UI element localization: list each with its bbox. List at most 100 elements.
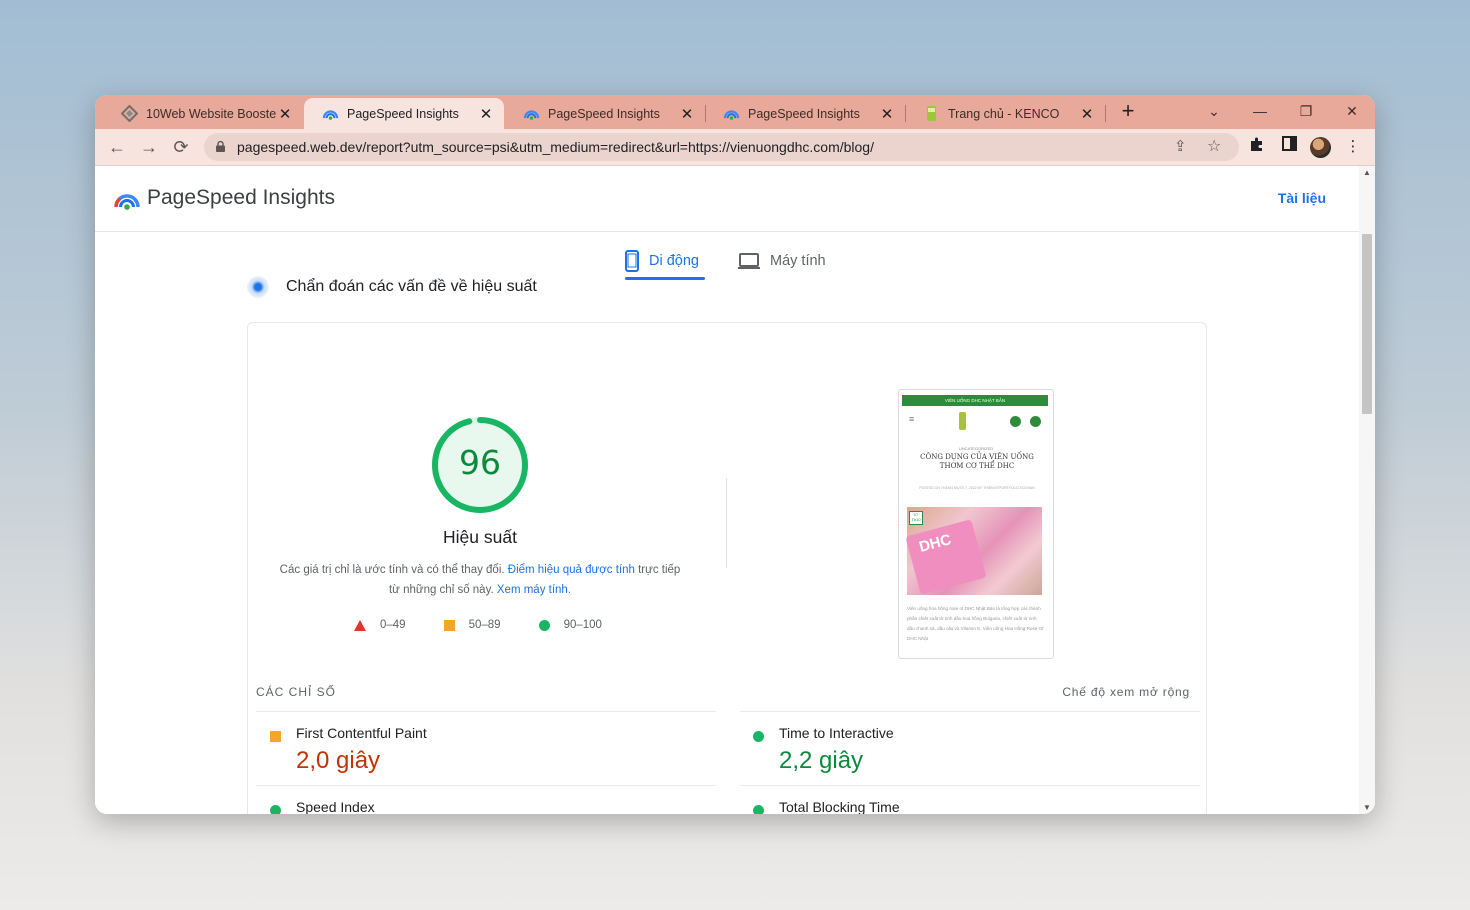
tab-mobile[interactable]: Di động xyxy=(625,246,699,276)
circle-icon xyxy=(753,731,764,742)
tab-desktop[interactable]: Máy tính xyxy=(738,246,826,276)
page-title: PageSpeed Insights xyxy=(147,186,335,209)
score-legend: 0–49 50–89 90–100 xyxy=(354,619,640,631)
10web-favicon-icon xyxy=(120,104,139,123)
scroll-down-icon[interactable]: ▼ xyxy=(1363,803,1371,812)
close-tab-icon[interactable]: ✕ xyxy=(478,105,494,123)
tab-pagespeed-3[interactable]: PageSpeed Insights ✕ xyxy=(705,98,905,129)
scroll-up-icon[interactable]: ▲ xyxy=(1363,168,1371,177)
circle-icon xyxy=(270,805,281,814)
tab-strip: 10Web Website Booster: ( ✕ PageSpeed Ins… xyxy=(95,95,1375,129)
laptop-icon xyxy=(738,252,760,269)
page-screenshot: VIÊN UỐNG DHC NHẬT BẢN ≡ UNCATEGORIZED C… xyxy=(898,389,1054,659)
restore-button[interactable]: ❐ xyxy=(1294,99,1318,123)
diagnosis-heading: Chẩn đoán các vấn đề về hiệu suất xyxy=(247,276,537,298)
lab-data-icon xyxy=(247,276,269,298)
preview-meta: POSTED ON THÁNG MƯỜI 7, 2022 BY THIENVIT… xyxy=(919,486,1035,490)
url-text[interactable]: pagespeed.web.dev/report?utm_source=psi&… xyxy=(237,139,874,155)
performance-card: 96 Hiệu suất Các giá trị chỉ là ước tính… xyxy=(247,322,1207,814)
new-tab-button[interactable]: + xyxy=(1117,100,1139,123)
lock-icon xyxy=(216,141,225,152)
page-content: PageSpeed Insights Tài liệu Di động Máy … xyxy=(95,166,1375,814)
back-button[interactable]: ← xyxy=(105,135,129,159)
preview-paragraph: Viên uống hoa hồng rose of DHC Nhật Bản … xyxy=(907,606,1044,641)
close-tab-icon[interactable]: ✕ xyxy=(277,105,293,123)
close-tab-icon[interactable]: ✕ xyxy=(879,105,895,123)
score-label: Hiệu suất xyxy=(443,527,517,547)
hamburger-icon: ≡ xyxy=(909,414,915,424)
card-divider xyxy=(726,478,727,568)
star-icon[interactable]: ☆ xyxy=(1207,136,1221,156)
puzzle-icon[interactable] xyxy=(1246,136,1268,158)
square-icon xyxy=(443,619,455,631)
docs-link[interactable]: Tài liệu xyxy=(1278,190,1326,206)
legend-fail: 0–49 xyxy=(354,619,406,631)
metrics-divider xyxy=(256,711,716,712)
product-package xyxy=(905,519,987,595)
forward-button[interactable]: → xyxy=(137,135,161,159)
metrics-divider xyxy=(740,785,1200,786)
arrow-left-icon: ← xyxy=(108,137,126,157)
metric-value: 2,0 giây xyxy=(296,747,381,774)
address-bar[interactable]: pagespeed.web.dev/report?utm_source=psi&… xyxy=(204,133,1239,161)
score-note: Các giá trị chỉ là ước tính và có thể th… xyxy=(278,560,682,600)
close-window-button[interactable]: ✕ xyxy=(1340,99,1364,123)
kebab-menu-icon[interactable]: ⋮ xyxy=(1342,136,1364,158)
tab-separator xyxy=(1105,105,1106,122)
metrics-divider xyxy=(256,785,716,786)
legend-average-label: 50–89 xyxy=(468,619,501,631)
diagnosis-heading-text: Chẩn đoán các vấn đề về hiệu suất xyxy=(286,278,537,295)
preview-image: DHC 07 Th10 xyxy=(905,507,1042,595)
metric-name: Time to Interactive xyxy=(779,725,894,741)
site-logo xyxy=(959,412,966,430)
expand-view-toggle[interactable]: Chế độ xem mở rộng xyxy=(1062,685,1190,699)
close-tab-icon[interactable]: ✕ xyxy=(1079,105,1095,123)
tab-kenco[interactable]: Trang chủ - KENCO ✕ xyxy=(905,98,1105,129)
square-icon xyxy=(270,731,281,742)
tab-title: PageSpeed Insights xyxy=(748,106,860,121)
close-tab-icon[interactable]: ✕ xyxy=(679,105,695,123)
preview-topbar: VIÊN UỐNG DHC NHẬT BẢN xyxy=(902,395,1048,406)
score-note-text: Các giá trị chỉ là ước tính và có thể th… xyxy=(279,564,508,576)
minimize-button[interactable]: — xyxy=(1248,99,1272,123)
pagespeed-favicon-icon xyxy=(322,105,339,122)
scrollbar-thumb[interactable] xyxy=(1362,234,1372,414)
user-icon xyxy=(1010,416,1021,427)
pagespeed-favicon-icon xyxy=(723,105,740,122)
legend-pass-label: 90–100 xyxy=(563,619,602,631)
active-tab-indicator xyxy=(625,277,705,280)
legend-pass: 90–100 xyxy=(538,619,602,631)
tab-pagespeed-2[interactable]: PageSpeed Insights ✕ xyxy=(505,98,705,129)
date-badge: 07 Th10 xyxy=(909,511,923,525)
tab-desktop-label: Máy tính xyxy=(770,253,826,269)
pagespeed-logo-icon xyxy=(114,194,140,210)
reload-icon: ⟳ xyxy=(173,137,189,157)
vertical-scrollbar[interactable]: ▲ ▼ xyxy=(1359,166,1375,814)
kenco-favicon-icon xyxy=(923,105,940,122)
score-calc-link[interactable]: Điểm hiệu quả được tính xyxy=(508,564,635,576)
tab-pagespeed-active[interactable]: PageSpeed Insights ✕ xyxy=(304,98,504,129)
reload-button[interactable]: ⟳ xyxy=(169,135,193,159)
side-panel-icon[interactable] xyxy=(1278,136,1300,158)
legend-fail-label: 0–49 xyxy=(380,619,406,631)
tab-title: 10Web Website Booster: ( xyxy=(146,106,277,121)
metrics-divider xyxy=(740,711,1200,712)
triangle-icon xyxy=(354,619,366,631)
arrow-right-icon: → xyxy=(140,137,158,157)
tab-title: PageSpeed Insights xyxy=(347,106,459,121)
preview-category: UNCATEGORIZED xyxy=(958,446,994,451)
tab-mobile-label: Di động xyxy=(649,253,699,269)
tab-search-icon[interactable]: ⌄ xyxy=(1202,99,1226,123)
pagespeed-favicon-icon xyxy=(523,105,540,122)
calculator-link[interactable]: Xem máy tính. xyxy=(497,584,571,596)
tab-title: Trang chủ - KENCO xyxy=(948,106,1060,121)
tab-title: PageSpeed Insights xyxy=(548,106,660,121)
share-icon[interactable]: ⇪ xyxy=(1174,137,1187,155)
tab-10web[interactable]: 10Web Website Booster: ( ✕ xyxy=(103,98,303,129)
psi-header: PageSpeed Insights Tài liệu xyxy=(95,166,1359,232)
preview-headline: CÔNG DỤNG CỦA VIÊN UỐNG THƠM CƠ THỂ DHC xyxy=(920,453,1034,470)
profile-avatar[interactable] xyxy=(1310,137,1331,158)
circle-icon xyxy=(538,619,550,631)
cart-icon xyxy=(1030,416,1041,427)
device-tabs: Di động Máy tính xyxy=(625,246,845,282)
